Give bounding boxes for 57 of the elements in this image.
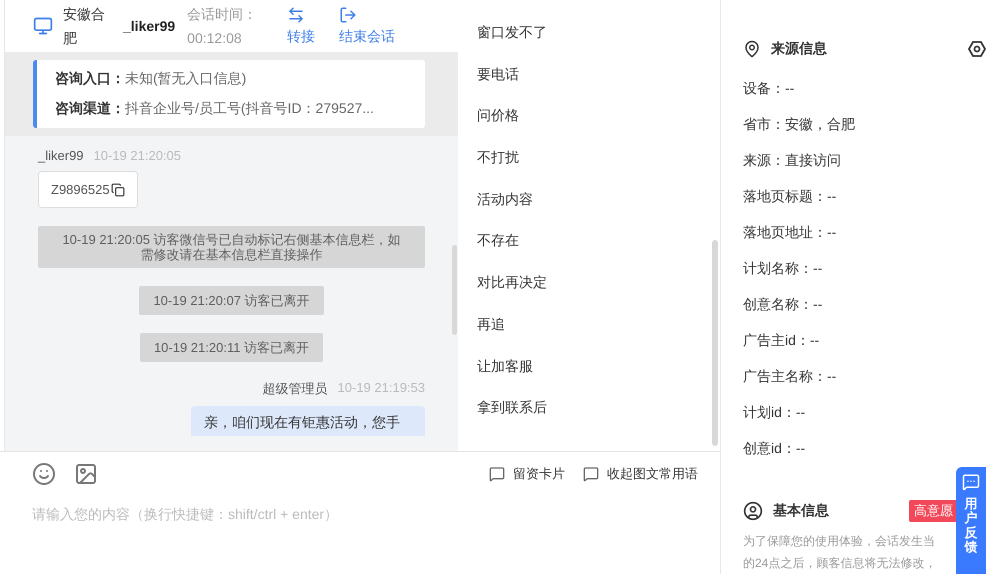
notice-text: 为了保障您的使用体验，会话发生当 bbox=[743, 532, 935, 550]
info-field: 省市：安徽，合肥 bbox=[743, 116, 986, 152]
quick-phrase[interactable]: 拿到联系后 bbox=[477, 397, 720, 439]
quick-phrase[interactable]: 要电话 bbox=[477, 64, 720, 106]
info-field: 广告主名称：-- bbox=[743, 368, 986, 404]
section-title: 基本信息 bbox=[773, 502, 829, 520]
emoji-icon[interactable] bbox=[32, 462, 56, 486]
notice-text: 的24点之后，顾客信息将无法修改， bbox=[743, 554, 936, 572]
info-field: 广告主id：-- bbox=[743, 332, 986, 368]
copy-icon[interactable] bbox=[110, 182, 125, 196]
toolbar-button[interactable]: 留资卡片 bbox=[489, 465, 565, 483]
message-bubble: Z9896525 bbox=[38, 171, 138, 208]
info-field: 计划名称：-- bbox=[743, 260, 986, 296]
section-title: 来源信息 bbox=[771, 40, 827, 58]
quick-phrase[interactable]: 问价格 bbox=[477, 105, 720, 148]
info-field: 创意名称：-- bbox=[743, 296, 986, 332]
info-field: 来源：直接访问 bbox=[743, 152, 986, 188]
info-line: 咨询渠道：抖音企业号/员工号(抖音号ID：279527... bbox=[55, 100, 375, 118]
message-bubble: 亲，咱们现在有钜惠活动，您手 bbox=[191, 406, 425, 436]
end-session-button[interactable]: 结束会话 bbox=[339, 6, 396, 46]
intent-tag: 高意愿 bbox=[909, 500, 958, 522]
session-time: 会话时间： 00:12:08 bbox=[187, 5, 258, 48]
quick-phrase[interactable]: 让加客服 bbox=[477, 356, 720, 398]
settings-icon[interactable] bbox=[968, 40, 986, 58]
image-icon[interactable] bbox=[74, 462, 98, 486]
visitor-name: _liker99 bbox=[123, 18, 176, 34]
toolbar-button[interactable]: 收起图文常用语 bbox=[583, 465, 698, 483]
system-notice: 10-19 21:20:07 访客已离开 bbox=[139, 286, 324, 315]
message-time: 10-19 21:20:05 bbox=[94, 148, 181, 163]
info-line: 咨询入口：未知(暂无入口信息) bbox=[55, 70, 248, 88]
message-input[interactable]: 请输入您的内容（换行快捷键：shift/ctrl + enter） bbox=[32, 506, 632, 522]
message-icon bbox=[583, 466, 599, 482]
quick-phrase[interactable]: 活动内容 bbox=[477, 188, 720, 230]
info-field: 落地页地址：-- bbox=[743, 224, 986, 260]
quick-phrase[interactable]: 不存在 bbox=[477, 230, 720, 272]
feedback-button[interactable]: 用户反馈 bbox=[956, 467, 986, 574]
swap-arrows-icon bbox=[287, 6, 306, 24]
monitor-icon bbox=[33, 16, 53, 36]
quick-phrase[interactable]: 不打扰 bbox=[477, 147, 720, 189]
location-pin-icon bbox=[743, 40, 761, 58]
quick-phrase[interactable]: 再追 bbox=[477, 314, 720, 356]
exit-icon bbox=[339, 6, 358, 24]
message-icon bbox=[489, 466, 505, 482]
quick-phrase[interactable]: 对比再决定 bbox=[477, 272, 720, 314]
transfer-button[interactable]: 转接 bbox=[287, 6, 316, 46]
sender-name: _liker99 bbox=[38, 148, 84, 163]
info-field: 计划id：-- bbox=[743, 404, 986, 440]
user-icon bbox=[743, 500, 763, 521]
visitor-location: 安徽合肥 bbox=[63, 5, 106, 48]
sender-name: 超级管理员 bbox=[262, 380, 328, 398]
message-time: 10-19 21:19:53 bbox=[338, 380, 425, 397]
info-field: 落地页标题：-- bbox=[743, 188, 986, 224]
info-field: 设备：-- bbox=[743, 80, 986, 116]
quick-phrase[interactable]: 窗口发不了 bbox=[477, 22, 720, 64]
chat-bubble-icon bbox=[962, 473, 980, 491]
system-notice: 10-19 21:20:05 访客微信号已自动标记右侧基本信息栏，如需修改请在基本信息栏直接操作 bbox=[38, 226, 425, 268]
system-notice: 10-19 21:20:11 访客已离开 bbox=[140, 333, 324, 362]
